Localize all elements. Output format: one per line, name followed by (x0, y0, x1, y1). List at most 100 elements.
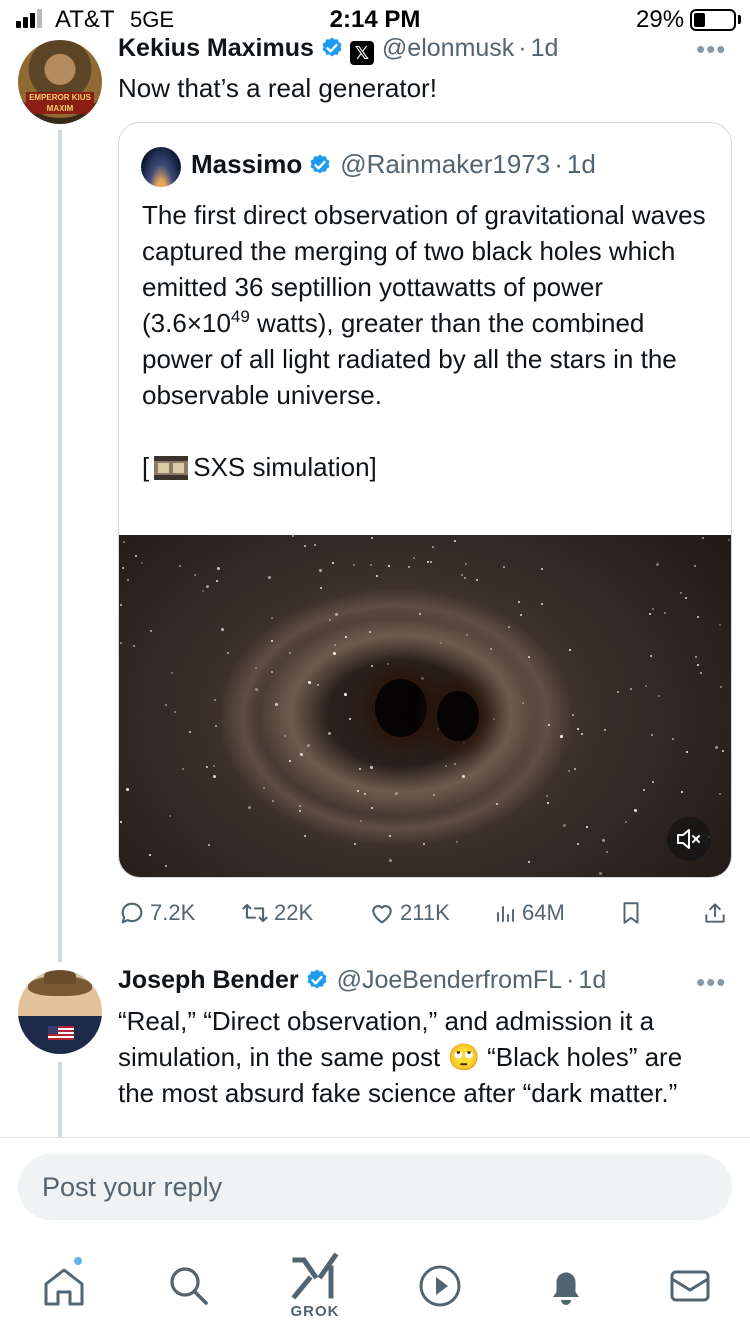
star-dot (169, 815, 171, 817)
star-dot (123, 541, 125, 543)
avatar[interactable]: EMPEROR KIUS MAXIM (18, 40, 102, 124)
repost-button[interactable]: 22K (240, 893, 313, 933)
star-dot (440, 642, 442, 644)
star-dot (490, 648, 492, 650)
views-icon (497, 906, 514, 922)
star-dot (652, 781, 654, 783)
bookmark-icon (623, 902, 639, 924)
star-dot (568, 770, 570, 772)
star-dot (360, 820, 362, 822)
avatar-hat-top (44, 970, 76, 984)
star-dot (304, 545, 306, 547)
mute-button[interactable] (667, 817, 711, 861)
star-dot (508, 626, 510, 628)
star-dot (606, 851, 608, 853)
avatar[interactable] (18, 970, 102, 1054)
star-dot (213, 775, 216, 778)
video-player[interactable] (119, 535, 731, 877)
nav-search[interactable] (165, 1262, 213, 1310)
star-dot (206, 766, 208, 768)
bell-icon (553, 1272, 579, 1305)
star-dot (520, 614, 522, 616)
star-dot (700, 672, 702, 674)
star-dot (126, 788, 129, 791)
star-dot (171, 672, 173, 674)
reply-text: “Real,” “Direct observation,” and admiss… (118, 1006, 683, 1108)
star-dot (370, 564, 372, 566)
like-button[interactable]: 211K (368, 893, 450, 933)
home-icon (44, 1268, 84, 1306)
nav-video[interactable] (416, 1262, 464, 1310)
quoted-avatar[interactable] (141, 147, 181, 187)
views-button[interactable]: 64M (494, 893, 565, 933)
author-handle[interactable]: @elonmusk (382, 34, 514, 62)
share-button[interactable] (702, 893, 732, 933)
star-dot (299, 810, 301, 812)
star-dot (634, 809, 637, 812)
reply-button[interactable]: 7.2K (118, 893, 195, 933)
star-dot (300, 753, 303, 756)
reply-header: Joseph Bender @JoeBenderfromFL · 1d (118, 966, 606, 1000)
simulation-link[interactable]: SXS simulation] (193, 452, 377, 482)
heart-icon (372, 905, 392, 924)
star-dot (643, 789, 645, 791)
reply-handle[interactable]: @JoeBenderfromFL (337, 966, 562, 994)
author-name[interactable]: Kekius Maximus (118, 34, 314, 62)
grok-label: GROK (290, 1303, 340, 1320)
more-options-icon[interactable]: ••• (696, 34, 726, 65)
star-dot (299, 805, 301, 807)
nav-grok[interactable] (291, 1252, 339, 1300)
star-dot (389, 859, 392, 862)
star-dot (445, 765, 447, 767)
star-dot (206, 585, 209, 588)
star-dot (599, 872, 602, 875)
star-dot (314, 544, 316, 546)
battery-percent: 29% (636, 6, 685, 33)
bookmark-button[interactable] (618, 893, 648, 933)
reply-time[interactable]: 1d (578, 966, 606, 994)
star-dot (127, 579, 129, 581)
star-dot (541, 603, 543, 605)
star-dot (272, 800, 274, 802)
nav-notifications[interactable] (542, 1262, 590, 1310)
tweet-time[interactable]: 1d (531, 34, 559, 62)
avatar-shirt-flag (48, 1026, 74, 1040)
star-dot (518, 601, 520, 603)
quoted-tweet-card[interactable]: Massimo @Rainmaker1973 · 1d The first direc… (118, 122, 732, 878)
reply-input[interactable] (42, 1154, 702, 1220)
star-dot (364, 793, 366, 795)
star-dot (503, 566, 505, 568)
star-dot (122, 567, 124, 569)
star-dot (174, 711, 176, 713)
star-dot (702, 537, 704, 539)
star-dot (430, 561, 432, 563)
star-dot (649, 613, 651, 615)
more-options-icon[interactable]: ••• (696, 967, 726, 998)
reply-composer[interactable] (18, 1154, 732, 1220)
star-dot (289, 760, 291, 762)
dot-separator: · (518, 34, 527, 62)
star-dot (344, 693, 347, 696)
star-dot (255, 667, 257, 669)
star-dot (462, 775, 465, 778)
star-dot (268, 576, 271, 579)
star-dot (456, 841, 458, 843)
nav-messages[interactable] (666, 1262, 714, 1310)
quoted-author-name[interactable]: Massimo (191, 149, 302, 179)
star-dot (651, 734, 653, 736)
star-dot (371, 537, 373, 539)
star-dot (664, 612, 666, 614)
star-dot (722, 750, 724, 752)
star-dot (359, 768, 361, 770)
star-dot (135, 555, 137, 557)
star-dot (547, 802, 549, 804)
quoted-handle[interactable]: @Rainmaker1973 (340, 149, 550, 179)
quoted-time[interactable]: 1d (567, 149, 596, 179)
star-dot (389, 835, 391, 837)
star-dot (652, 608, 654, 610)
dot-separator: · (554, 149, 563, 179)
nav-home[interactable] (40, 1262, 88, 1310)
star-dot (304, 835, 306, 837)
reply-author-name[interactable]: Joseph Bender (118, 966, 299, 994)
star-dot (165, 865, 167, 867)
